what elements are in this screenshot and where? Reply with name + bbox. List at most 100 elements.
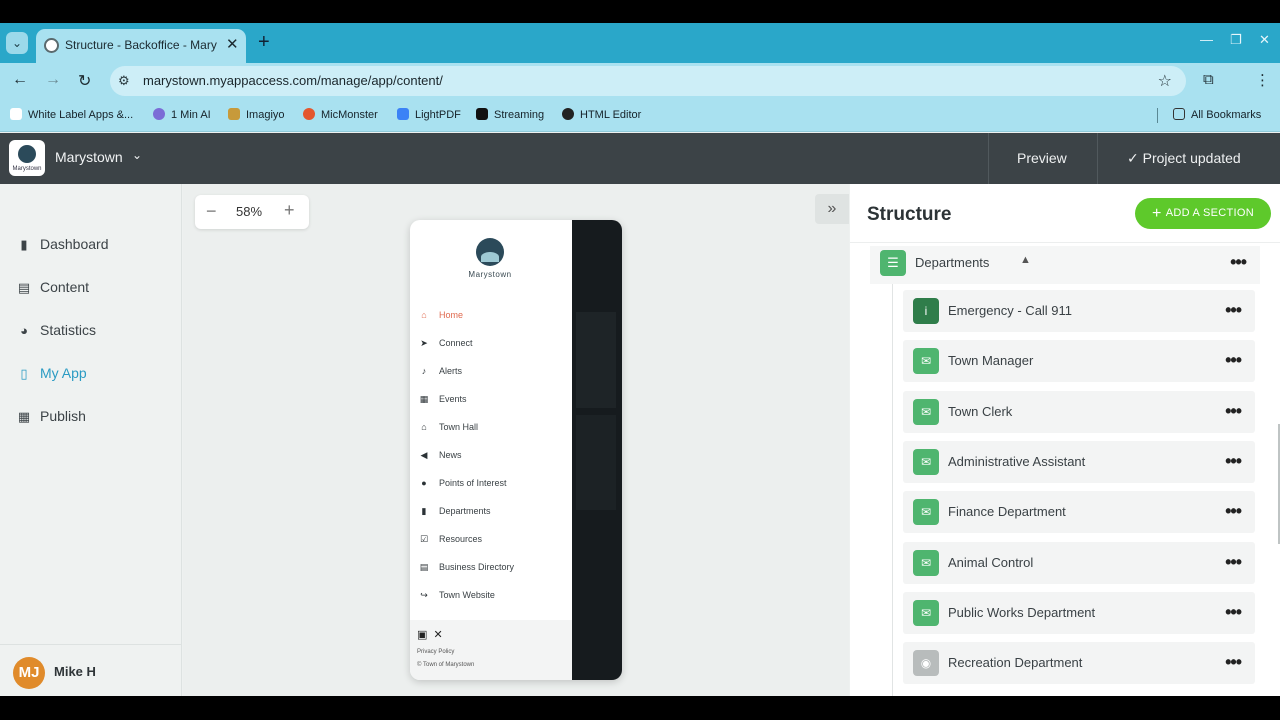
section-row[interactable]: ☰ Departments ▲ ••• [870,246,1260,284]
content-block [576,415,616,510]
bookmark-item[interactable]: 1 Min AI [153,108,211,121]
folder-icon [1173,108,1185,120]
store-icon: ▤ [419,562,429,572]
phone-content-area [572,220,622,680]
tab-close-icon[interactable]: ✕ [226,35,239,53]
list-item[interactable]: ✉ Town Manager ••• [903,340,1255,382]
list-item[interactable]: ✉ Animal Control ••• [903,542,1255,584]
checkbox-icon: ☑ [419,534,429,544]
tree-line [892,284,893,696]
project-status: ✓ Project updated [1127,150,1241,166]
browser-tab[interactable]: Structure - Backoffice - Marystown ✕ [36,29,246,63]
bookmark-item[interactable]: LightPDF [397,108,461,121]
tab-title: Structure - Backoffice - Marystown [65,38,217,52]
menu-item-town-website[interactable]: ↪ Town Website [418,590,495,601]
social-icons: ▣ ✕ [417,628,443,641]
list-item[interactable]: ✉ Finance Department ••• [903,491,1255,533]
more-options-icon[interactable]: ••• [1225,451,1242,472]
chevron-up-icon[interactable]: ▲ [1020,254,1031,266]
address-bar[interactable]: ⚙ marystown.myappaccess.com/manage/app/c… [110,66,1186,96]
more-options-icon[interactable]: ••• [1225,652,1242,673]
restore-icon[interactable]: ❐ [1230,32,1242,48]
sidebar-item-publish[interactable]: ▦ Publish [16,408,86,430]
menu-item-news[interactable]: ◀ News [418,450,462,461]
bookmark-item[interactable]: HTML Editor [562,108,641,121]
bookmark-star-icon[interactable]: ☆ [1158,71,1172,91]
zoom-level: 58% [236,204,263,219]
bookmark-item[interactable]: MicMonster [303,108,378,121]
add-section-button[interactable]: + ADD A SECTION [1135,198,1271,229]
site-info-icon[interactable]: ⚙ [118,73,130,89]
phone-footer: ▣ ✕ Privacy Policy © Town of Marystown [410,620,572,680]
app-logo[interactable]: Marystown [9,140,45,176]
zoom-out-button[interactable]: − [206,201,217,222]
reload-icon[interactable]: ↻ [78,71,91,91]
zoom-in-button[interactable]: + [284,200,295,221]
logo-dome-icon [18,145,36,163]
menu-item-resources[interactable]: ☑ Resources [418,534,482,545]
sidebar-item-dashboard[interactable]: ▮ Dashboard [16,236,108,258]
header-divider [988,133,989,184]
more-options-icon[interactable]: ••• [1230,252,1247,273]
minimize-icon[interactable]: — [1200,32,1213,47]
copyright-text: © Town of Marystown [417,662,475,668]
list-item[interactable]: ✉ Town Clerk ••• [903,391,1255,433]
mail-icon: ✉ [913,600,939,626]
new-tab-icon[interactable]: + [258,31,270,54]
user-footer[interactable]: MJ Mike H [0,644,182,696]
avatar[interactable]: MJ [13,657,45,689]
mail-icon: ✉ [913,499,939,525]
forward-icon[interactable]: → [45,71,61,89]
chevron-down-icon[interactable]: ⌄ [132,148,142,162]
list-item[interactable]: ◉ Recreation Department ••• [903,642,1255,684]
menu-item-connect[interactable]: ➤ Connect [418,338,472,349]
list-item[interactable]: ✉ Administrative Assistant ••• [903,441,1255,483]
back-icon[interactable]: ← [12,71,28,89]
menu-item-home[interactable]: ⌂ Home [418,310,463,320]
collapse-panel-button[interactable]: » [815,194,849,224]
sidebar-item-statistics[interactable]: ◕ Statistics [16,322,96,344]
sidebar-item-my-app[interactable]: ▯ My App [16,365,86,387]
url-text[interactable]: marystown.myappaccess.com/manage/app/con… [143,73,443,88]
x-icon[interactable]: ✕ [434,629,443,641]
menu-item-events[interactable]: ▦ Events [418,394,467,405]
tab-search-icon[interactable]: ⌄ [6,32,28,54]
more-options-icon[interactable]: ••• [1225,552,1242,573]
preview-button[interactable]: Preview [1017,150,1067,166]
map-pin-icon: ● [421,478,427,488]
menu-kebab-icon[interactable]: ⋮ [1255,71,1270,89]
facebook-icon[interactable]: ▣ [417,629,427,641]
list-item[interactable]: i Emergency - Call 911 ••• [903,290,1255,332]
more-options-icon[interactable]: ••• [1225,350,1242,371]
more-options-icon[interactable]: ••• [1225,501,1242,522]
bell-icon: ♪ [421,366,427,376]
more-options-icon[interactable]: ••• [1225,300,1242,321]
privacy-policy-link[interactable]: Privacy Policy [417,649,454,655]
menu-item-points-of-interest[interactable]: ● Points of Interest [418,478,506,488]
bookmark-favicon-icon [397,108,409,120]
menu-item-departments[interactable]: ▮ Departments [418,506,491,517]
list-item[interactable]: ✉ Public Works Department ••• [903,592,1255,634]
bookmark-item[interactable]: Imagiyo [228,108,285,121]
document-icon: ▤ [17,280,31,295]
preview-canvas: − 58% + » Marystown ⌂ Home ➤ Connect ♪ Aler… [183,184,849,696]
home-icon: ⌂ [421,310,427,320]
bookmark-favicon-icon [476,108,488,120]
more-options-icon[interactable]: ••• [1225,401,1242,422]
sidebar-item-content[interactable]: ▤ Content [16,279,89,301]
menu-item-alerts[interactable]: ♪ Alerts [418,366,462,376]
all-bookmarks[interactable]: All Bookmarks [1173,108,1261,121]
app-switcher[interactable]: Marystown [55,149,123,165]
structure-panel: Structure + ADD A SECTION ☰ Departments ▲… [850,184,1280,696]
menu-item-town-hall[interactable]: ⌂ Town Hall [418,422,478,432]
menu-item-business-directory[interactable]: ▤ Business Directory [418,562,514,573]
bookmark-favicon-icon [153,108,165,120]
close-window-icon[interactable]: ✕ [1259,32,1270,48]
bookmark-item[interactable]: Streaming [476,108,544,121]
extensions-icon[interactable]: ⧉ [1203,71,1214,88]
share-icon: ↪ [420,590,428,600]
structure-header: Structure + ADD A SECTION [850,184,1280,243]
bookmark-favicon-icon [303,108,315,120]
bookmark-item[interactable]: White Label Apps &... [10,108,133,121]
more-options-icon[interactable]: ••• [1225,602,1242,623]
